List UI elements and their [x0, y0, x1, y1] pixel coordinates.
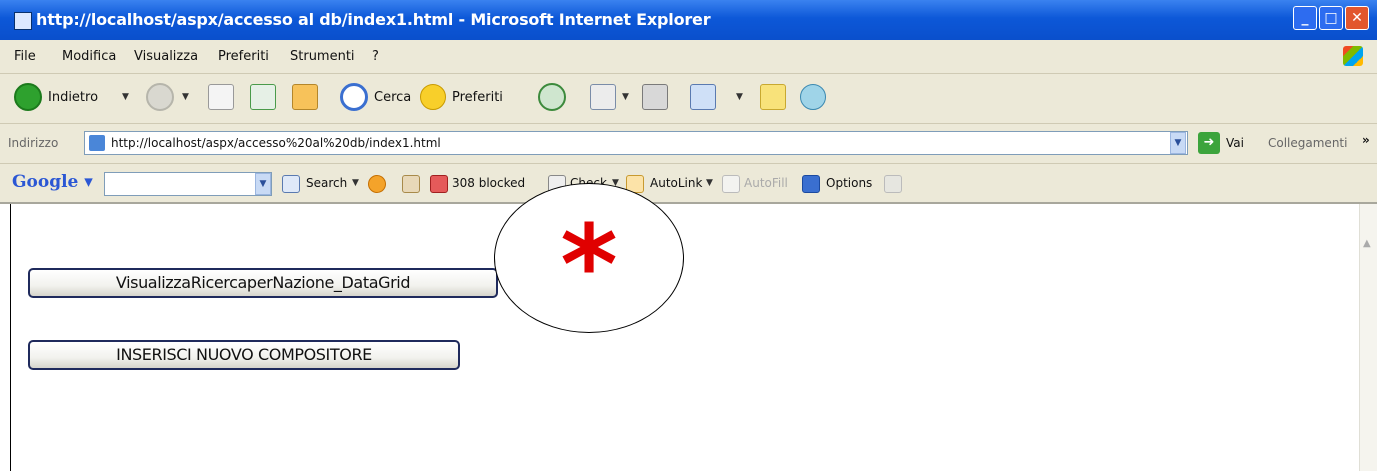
title-bar: http://localhost/aspx/accesso al db/inde…	[0, 0, 1377, 40]
google-search-dropdown-icon[interactable]: ▼	[255, 173, 271, 195]
google-logo-text: Google	[12, 172, 79, 192]
favorites-star-icon[interactable]	[420, 84, 446, 110]
menu-bar: File Modifica Visualizza Preferiti Strum…	[0, 40, 1377, 74]
discuss-icon[interactable]	[760, 84, 786, 110]
autofill-icon[interactable]	[722, 175, 740, 193]
menu-file[interactable]: File	[14, 49, 36, 64]
page-icon	[89, 135, 105, 151]
home-icon[interactable]	[292, 84, 318, 110]
address-bar: Indirizzo http://localhost/aspx/accesso%…	[0, 124, 1377, 164]
menu-visualizza[interactable]: Visualizza	[134, 49, 198, 64]
autofill-button[interactable]: AutoFill	[744, 176, 788, 190]
pencil-icon[interactable]	[884, 175, 902, 193]
mail-icon[interactable]	[590, 84, 616, 110]
autolink-dropdown-icon[interactable]: ▼	[706, 178, 713, 188]
back-label[interactable]: Indietro	[48, 90, 98, 105]
address-label: Indirizzo	[8, 136, 59, 150]
annotation-circle: *	[494, 183, 684, 333]
inserisci-compositore-button[interactable]: INSERISCI NUOVO COMPOSITORE	[28, 340, 460, 370]
search-icon[interactable]	[340, 83, 368, 111]
google-search-button[interactable]: Search	[306, 176, 347, 190]
edit-icon[interactable]	[690, 84, 716, 110]
chevron-right-icon[interactable]: »	[1362, 133, 1370, 147]
autolink-button[interactable]: AutoLink	[650, 176, 702, 190]
go-arrow-icon[interactable]: ➜	[1198, 132, 1220, 154]
page-content: VisualizzaRicercaperNazione_DataGrid INS…	[0, 204, 1377, 471]
edit-dropdown-icon[interactable]: ▼	[736, 92, 743, 102]
menu-modifica[interactable]: Modifica	[62, 49, 116, 64]
asterisk-marker: *	[560, 201, 618, 329]
close-button[interactable]: ✕	[1345, 6, 1369, 30]
windows-flag-icon	[1343, 46, 1363, 66]
print-icon[interactable]	[642, 84, 668, 110]
search-label[interactable]: Cerca	[374, 90, 411, 105]
window-title: http://localhost/aspx/accesso al db/inde…	[36, 10, 711, 29]
visualizza-ricerca-button[interactable]: VisualizzaRicercaperNazione_DataGrid	[28, 268, 498, 298]
favorites-label[interactable]: Preferiti	[452, 90, 503, 105]
options-button[interactable]: Options	[826, 176, 872, 190]
go-button[interactable]: Vai	[1226, 136, 1244, 150]
search-dropdown-icon[interactable]: ▼	[352, 178, 359, 188]
address-input[interactable]: http://localhost/aspx/accesso%20al%20db/…	[84, 131, 1188, 155]
standard-toolbar: Indietro ▼ ▼ Cerca Preferiti ▼ ▼	[0, 74, 1377, 124]
content-border	[10, 204, 11, 471]
ie-page-icon	[14, 12, 32, 30]
address-dropdown-icon[interactable]: ▼	[1170, 132, 1186, 154]
refresh-icon[interactable]	[250, 84, 276, 110]
forward-arrow-icon[interactable]	[146, 83, 174, 111]
popups-blocked-button[interactable]: 308 blocked	[452, 176, 525, 190]
options-icon[interactable]	[802, 175, 820, 193]
links-button[interactable]: Collegamenti	[1268, 136, 1347, 150]
minimize-button[interactable]: _	[1293, 6, 1317, 30]
back-arrow-icon[interactable]	[14, 83, 42, 111]
history-icon[interactable]	[538, 83, 566, 111]
back-dropdown-icon[interactable]: ▼	[122, 92, 129, 102]
mail-dropdown-icon[interactable]: ▼	[622, 92, 629, 102]
address-url[interactable]: http://localhost/aspx/accesso%20al%20db/…	[111, 136, 441, 150]
forward-dropdown-icon[interactable]: ▼	[182, 92, 189, 102]
scroll-up-icon[interactable]: ▲	[1363, 238, 1371, 249]
stop-icon[interactable]	[208, 84, 234, 110]
menu-help[interactable]: ?	[372, 49, 379, 64]
pagerank-icon[interactable]	[368, 175, 386, 193]
messenger-icon[interactable]	[800, 84, 826, 110]
highlight-icon[interactable]	[402, 175, 420, 193]
vertical-scrollbar[interactable]: ▲	[1359, 204, 1377, 471]
maximize-button[interactable]: □	[1319, 6, 1343, 30]
menu-preferiti[interactable]: Preferiti	[218, 49, 269, 64]
menu-strumenti[interactable]: Strumenti	[290, 49, 355, 64]
google-g-icon[interactable]	[282, 175, 300, 193]
google-toolbar: Google ▾ ▼ Search ▼ 308 blocked Check ▼ …	[0, 164, 1377, 204]
google-search-input[interactable]	[104, 172, 272, 196]
popup-blocker-icon[interactable]	[430, 175, 448, 193]
google-logo[interactable]: Google ▾	[12, 172, 93, 192]
